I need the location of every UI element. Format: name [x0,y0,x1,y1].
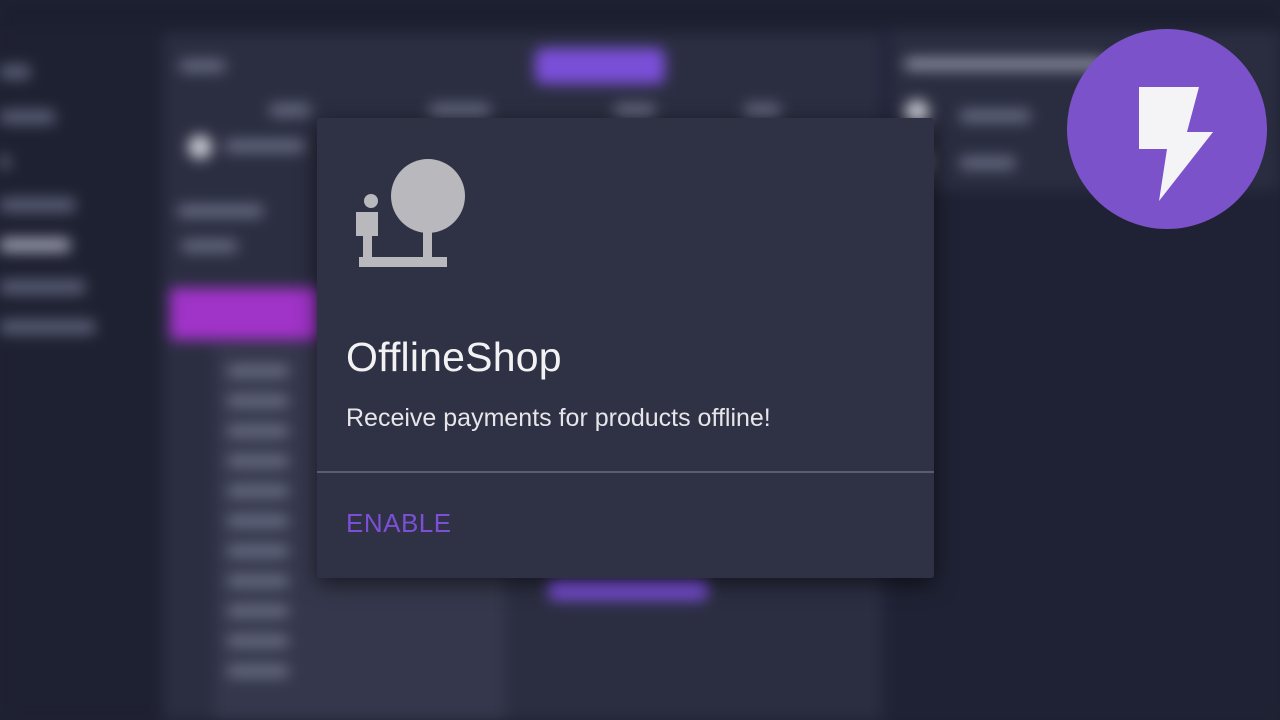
background-highlight [170,288,320,340]
extension-title: OfflineShop [346,334,562,380]
background-button [535,48,665,84]
offline-shop-icon [347,152,467,272]
card-divider [317,471,934,473]
background-sidebar [0,30,160,720]
background-topbar [0,0,1280,30]
extension-description: Receive payments for products offline! [346,404,771,432]
enable-button[interactable]: ENABLE [346,508,452,539]
extension-card: OfflineShop Receive payments for product… [317,118,934,578]
lightning-bolt-icon [1139,87,1213,201]
logo-badge [1067,29,1267,229]
background-right-lower [890,190,1280,720]
background-button-bottom [548,578,708,600]
